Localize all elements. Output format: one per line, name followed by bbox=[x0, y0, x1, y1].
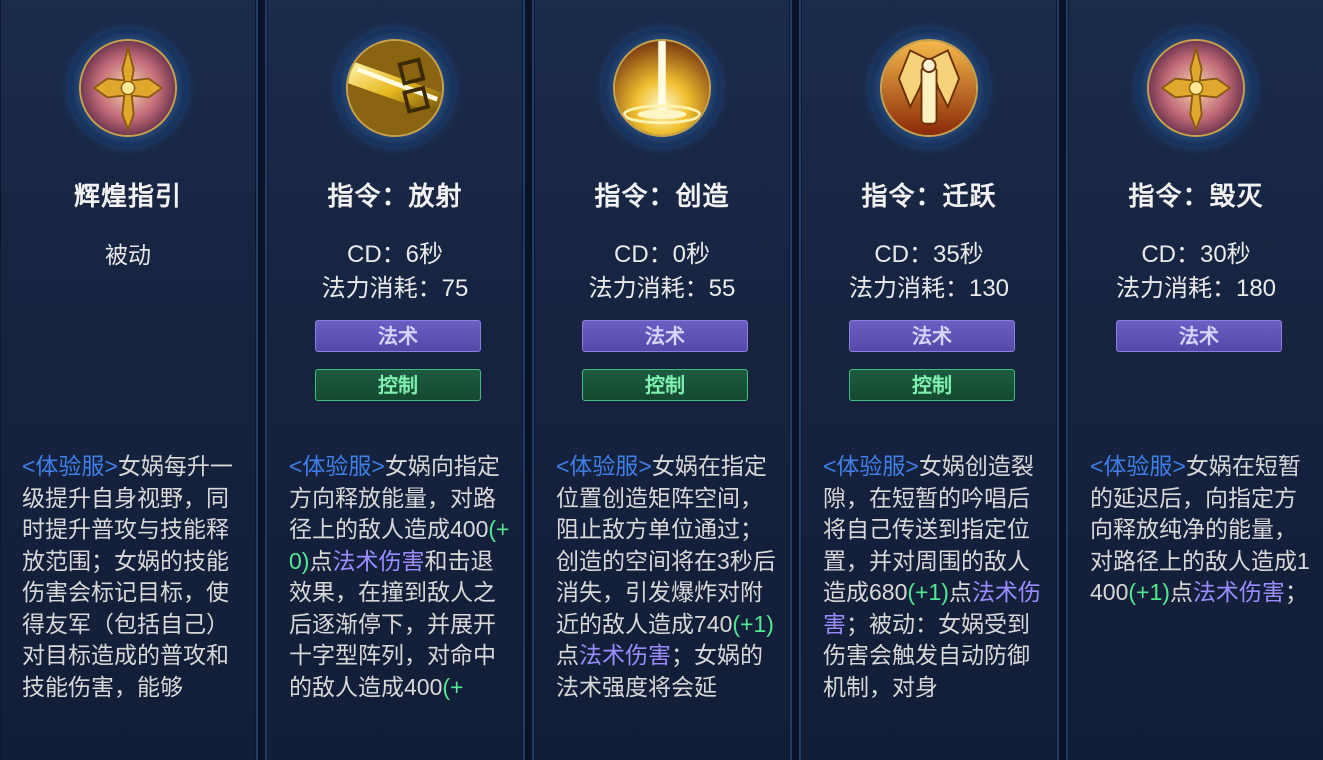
scaling-value-text: (+1) bbox=[907, 579, 949, 605]
cooldown-text: CD：30秒 bbox=[1141, 241, 1251, 268]
skill-title: 指令：毁灭 bbox=[1128, 181, 1264, 211]
scaling-value-text: (+1) bbox=[1128, 579, 1170, 605]
scaling-value-text: (+ bbox=[442, 673, 464, 700]
magic-damage-keyword: 法术伤害 bbox=[332, 547, 425, 574]
magic-damage-keyword: 法术伤害 bbox=[1192, 579, 1285, 605]
skill-icon-frame bbox=[871, 30, 987, 146]
skill-board: 辉煌指引 被动 <体验服>女娲每升一级提升自身视野，同时提升普攻与技能释放范围；… bbox=[0, 0, 1323, 760]
magic-damage-keyword: 法术伤害 bbox=[579, 642, 671, 668]
description-text: ； bbox=[1284, 579, 1308, 605]
skill-description: <体验服>女娲每升一级提升自身视野，同时提升普攻与技能释放范围；女娲的技能伤害会… bbox=[22, 451, 244, 703]
magic-tag: 法术 bbox=[582, 320, 748, 352]
server-tag-text: <体验服> bbox=[289, 453, 385, 479]
server-tag-text: <体验服> bbox=[556, 453, 652, 479]
skill-description: <体验服>女娲在指定位置创造矩阵空间，阻止敌方单位通过；创造的空间将在3秒后消失… bbox=[556, 451, 778, 703]
mana-cost-text: 法力消耗：180 bbox=[1115, 275, 1277, 302]
mana-cost-text: 法力消耗：55 bbox=[588, 275, 736, 302]
control-tag: 控制 bbox=[582, 369, 748, 401]
golden-cross-icon bbox=[79, 39, 177, 137]
mana-cost-text: 法力消耗：130 bbox=[848, 275, 1010, 302]
description-text: 点 bbox=[309, 547, 333, 574]
skill-icon-frame bbox=[1138, 30, 1254, 146]
skill-icon-frame bbox=[70, 30, 186, 146]
cooldown-text: CD：35秒 bbox=[874, 241, 984, 268]
description-text: 点 bbox=[556, 642, 579, 668]
server-tag-text: <体验服> bbox=[22, 453, 118, 479]
description-text: ；被动：女娲受到伤害会触发自动防御机制，对身 bbox=[823, 610, 1030, 700]
radiant-beam-icon bbox=[346, 39, 444, 137]
skill-title: 指令：创造 bbox=[594, 181, 730, 211]
magic-tag: 法术 bbox=[849, 320, 1015, 352]
control-tag: 控制 bbox=[849, 369, 1015, 401]
winged-goddess-icon bbox=[880, 39, 978, 137]
skill-card-5[interactable]: 指令：毁灭 CD：30秒 法力消耗：180 法术 <体验服>女娲在短暂的延迟后，… bbox=[1066, 0, 1323, 760]
golden-cross-icon bbox=[1147, 39, 1245, 137]
skill-card-4[interactable]: 指令：迁跃 CD：35秒 法力消耗：130 法术 控制 <体验服>女娲创造裂隙，… bbox=[799, 0, 1059, 760]
skill-card-2[interactable]: 指令：放射 CD：6秒 法力消耗：75 法术 控制 <体验服>女娲向指定方向释放… bbox=[265, 0, 525, 760]
cooldown-text: CD：0秒 bbox=[613, 241, 710, 268]
skill-card-1[interactable]: 辉煌指引 被动 <体验服>女娲每升一级提升自身视野，同时提升普攻与技能释放范围；… bbox=[0, 0, 258, 760]
skill-title: 指令：迁跃 bbox=[861, 181, 997, 211]
control-tag: 控制 bbox=[315, 369, 481, 401]
light-pillar-icon bbox=[613, 39, 711, 137]
server-tag-text: <体验服> bbox=[1090, 453, 1186, 479]
skill-icon-frame bbox=[337, 30, 453, 146]
skill-description: <体验服>女娲创造裂隙，在短暂的吟唱后将自己传送到指定位置，并对周围的敌人造成6… bbox=[823, 451, 1045, 703]
skill-title: 指令：放射 bbox=[327, 181, 463, 211]
skill-type-label: 被动 bbox=[105, 242, 151, 268]
magic-tag: 法术 bbox=[315, 320, 481, 352]
skill-description: <体验服>女娲向指定方向释放能量，对路径上的敌人造成400(+0)点法术伤害和击… bbox=[289, 451, 511, 703]
skill-card-3[interactable]: 指令：创造 CD：0秒 法力消耗：55 法术 控制 <体验服>女娲在指定位置创造… bbox=[532, 0, 792, 760]
mana-cost-text: 法力消耗：75 bbox=[321, 275, 469, 302]
description-text: 点 bbox=[1169, 579, 1193, 605]
description-text: 点 bbox=[948, 579, 972, 605]
description-text: 女娲每升一级提升自身视野，同时提升普攻与技能释放范围；女娲的技能伤害会标记目标，… bbox=[22, 453, 233, 700]
skill-title: 辉煌指引 bbox=[73, 181, 182, 211]
scaling-value-text: (+1) bbox=[732, 610, 774, 637]
server-tag-text: <体验服> bbox=[823, 453, 919, 479]
description-text: 女娲在指定位置创造矩阵空间，阻止敌方单位通过；创造的空间将在3秒后消失，引发爆炸… bbox=[556, 453, 776, 637]
magic-tag: 法术 bbox=[1116, 320, 1282, 352]
cooldown-text: CD：6秒 bbox=[346, 241, 443, 268]
skill-icon-frame bbox=[604, 30, 720, 146]
skill-description: <体验服>女娲在短暂的延迟后，向指定方向释放纯净的能量，对路径上的敌人造成140… bbox=[1090, 451, 1312, 609]
